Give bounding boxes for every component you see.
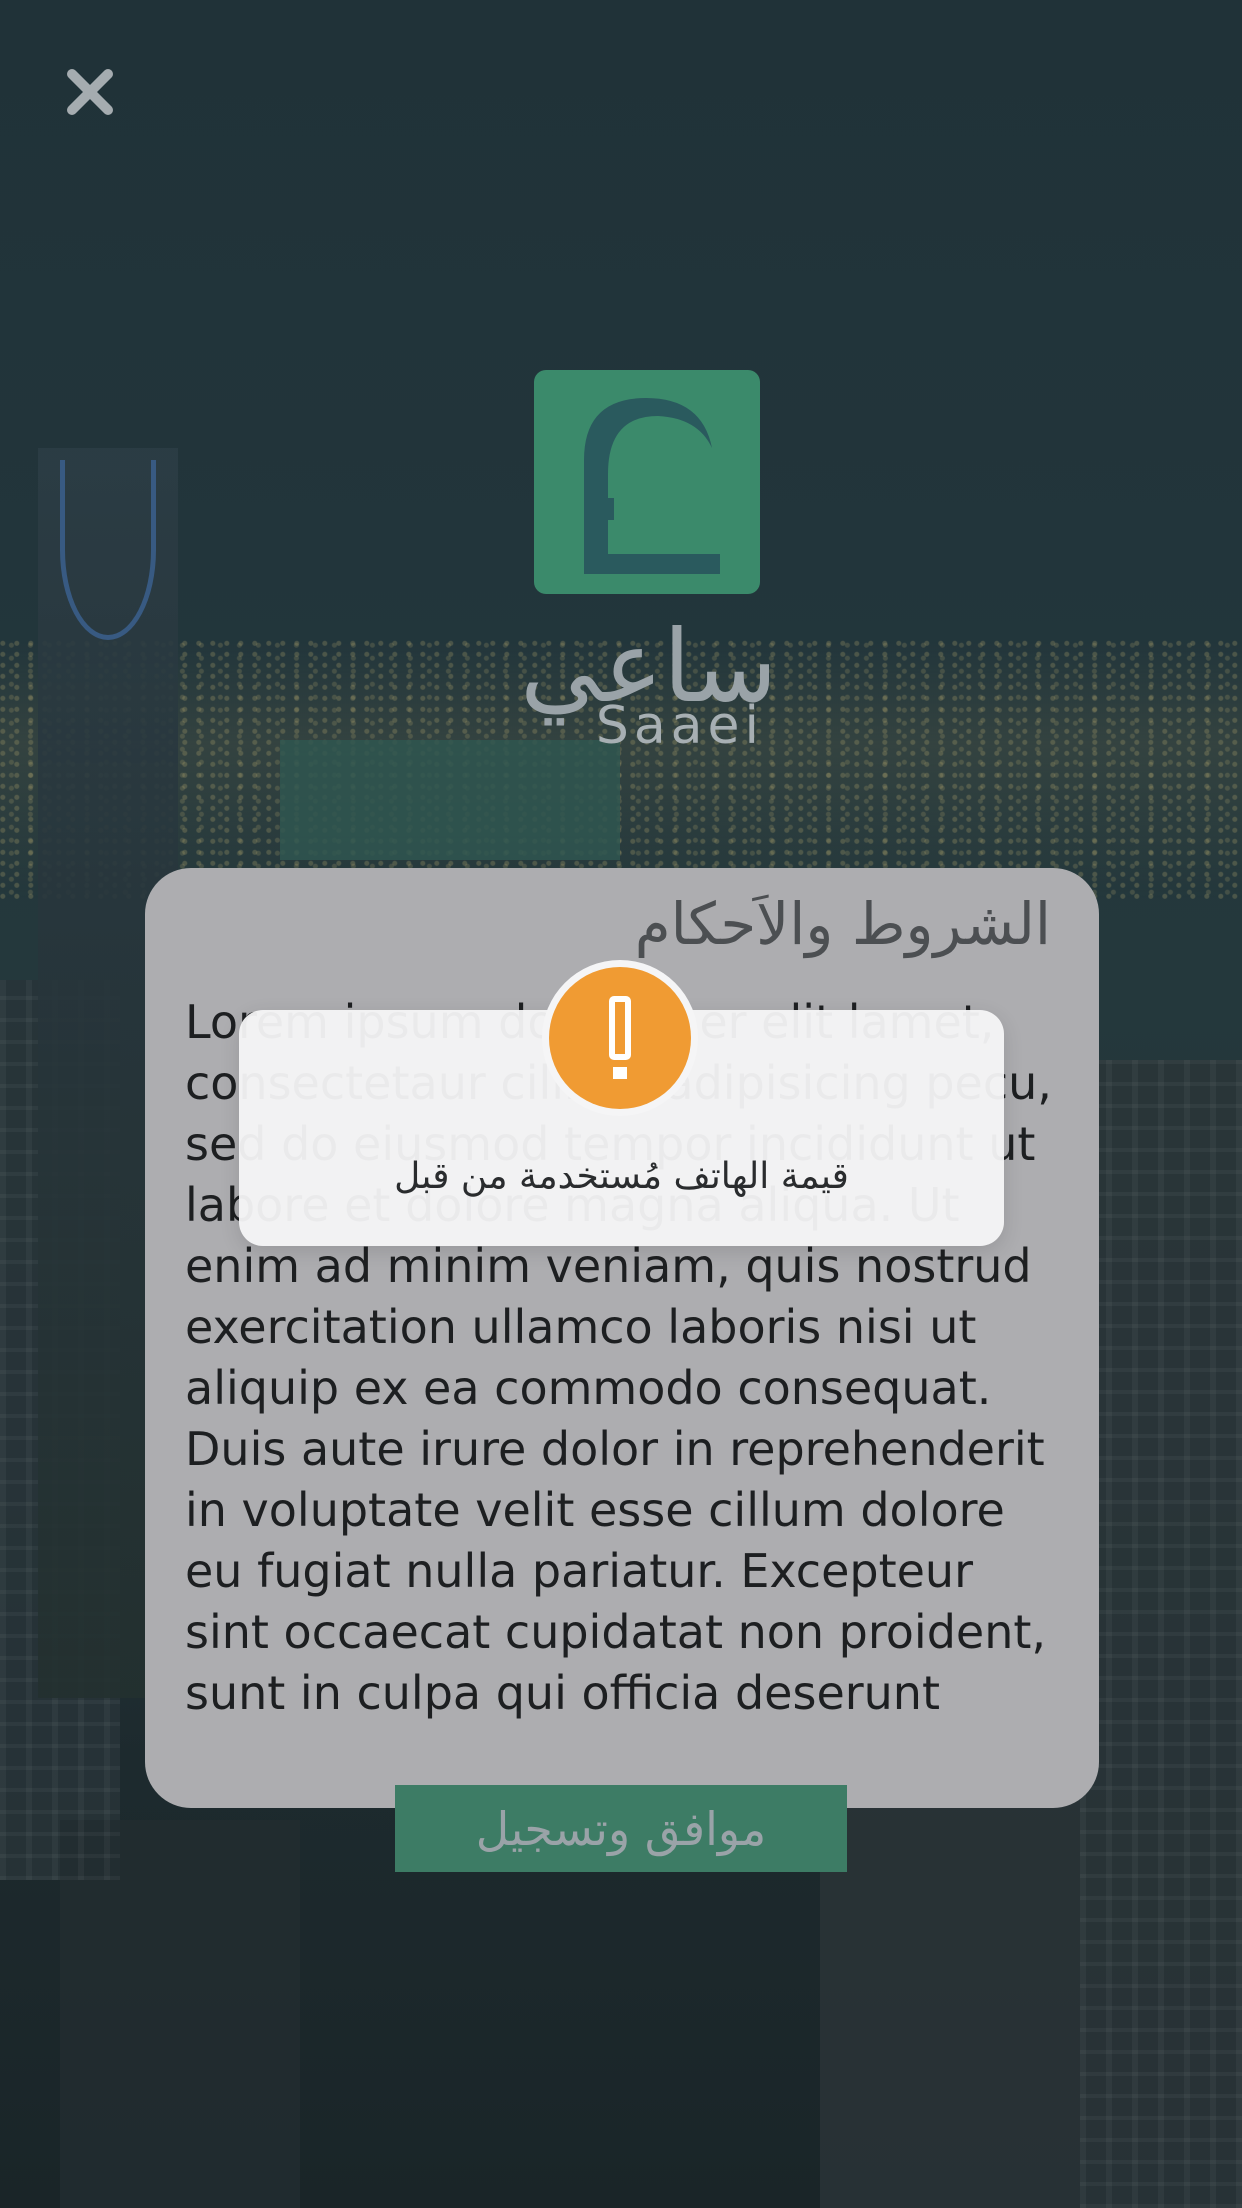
close-button[interactable]	[60, 62, 120, 122]
tower-arch	[60, 460, 156, 640]
app-logo	[534, 370, 760, 594]
terms-title: الشروط والاَحكام	[634, 890, 1051, 958]
exclamation-glyph	[609, 996, 631, 1079]
agree-register-button[interactable]: موافق وتسجيل	[395, 1785, 847, 1872]
alert-icon-ring	[542, 960, 698, 1116]
terms-screen: ساعي Saaei الشروط والاَحكام Lorem ipsum …	[0, 0, 1242, 2208]
alert-message: قيمة الهاتف مُستخدمة من قبل	[394, 1156, 849, 1197]
close-icon	[67, 69, 113, 115]
background-building	[280, 740, 620, 860]
exclamation-icon	[549, 967, 691, 1109]
brand-name-english: Saaei	[595, 696, 764, 756]
background-building	[820, 1800, 1080, 2208]
door-icon	[584, 398, 720, 574]
background-windows	[1080, 1060, 1242, 2208]
